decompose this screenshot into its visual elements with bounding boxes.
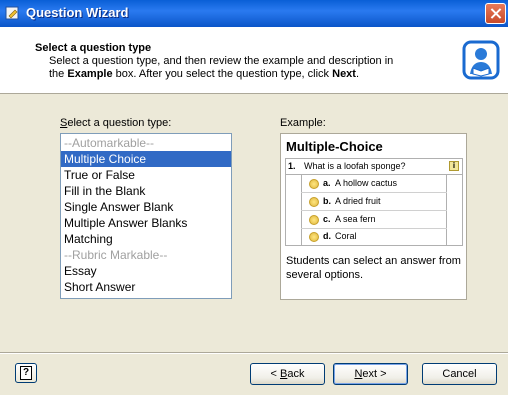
list-item-essay[interactable]: Essay (61, 263, 231, 279)
list-item-matching[interactable]: Matching (61, 231, 231, 247)
option-row-a: a. A hollow cactus (301, 175, 447, 193)
wizard-app-icon (5, 6, 19, 20)
user-book-icon (462, 40, 500, 80)
option-row-c: c. A sea fern (301, 211, 447, 229)
header-desc-end: . (355, 68, 360, 80)
header-desc-line1: Select a question type, and then review … (49, 55, 394, 67)
option-letter: c. (323, 214, 331, 224)
list-item-automarkable-header: --Automarkable-- (64, 136, 155, 150)
example-panel: Multiple-Choice 1. What is a loofah spon… (280, 133, 467, 300)
example-label: Example: (280, 117, 326, 129)
radio-icon (309, 232, 319, 242)
radio-icon (309, 179, 319, 189)
back-button[interactable]: < Back (250, 363, 325, 385)
header-desc-the: the (49, 68, 68, 80)
option-letter: b. (323, 196, 331, 206)
question-wizard-window: Question Wizard Select a question type S… (0, 0, 508, 395)
question-type-label-rest: elect a question type: (67, 117, 172, 129)
header-desc-example-bold: Example (67, 68, 113, 80)
example-question-table: 1. What is a loofah sponge? i a. A hollo… (285, 158, 463, 246)
example-title: Multiple-Choice (286, 139, 383, 154)
example-question-row: 1. What is a loofah sponge? i (286, 159, 462, 175)
help-button[interactable]: ? (15, 363, 37, 383)
question-text: What is a loofah sponge? (304, 161, 406, 171)
wizard-header: Select a question type Select a question… (0, 27, 508, 94)
title-bar[interactable]: Question Wizard (0, 0, 508, 27)
question-number: 1. (288, 161, 296, 171)
question-type-listbox[interactable]: --Automarkable-- Multiple Choice True or… (60, 133, 232, 299)
footer-separator (0, 352, 508, 354)
help-icon: ? (20, 366, 32, 380)
list-item-rubric-markable-header: --Rubric Markable-- (64, 248, 168, 262)
option-text: A hollow cactus (335, 178, 398, 188)
list-item-multiple-answer-blanks[interactable]: Multiple Answer Blanks (61, 215, 231, 231)
header-desc-next-bold: Next (332, 68, 356, 80)
option-text: A sea fern (335, 214, 376, 224)
option-row-d: d. Coral (301, 228, 447, 245)
list-item-single-answer-blank[interactable]: Single Answer Blank (61, 199, 231, 215)
option-row-b: b. A dried fruit (301, 193, 447, 211)
radio-icon (309, 197, 319, 207)
option-letter: a. (323, 178, 331, 188)
list-item-true-or-false[interactable]: True or False (61, 167, 231, 183)
list-item-multiple-choice[interactable]: Multiple Choice (61, 151, 231, 167)
back-prefix: < (270, 368, 280, 380)
list-item-fill-in-the-blank[interactable]: Fill in the Blank (61, 183, 231, 199)
info-icon: i (449, 161, 459, 171)
header-description: Select a question type, and then review … (49, 55, 429, 81)
option-text: A dried fruit (335, 196, 381, 206)
back-rest: ack (287, 368, 305, 380)
header-title: Select a question type (35, 42, 152, 54)
question-type-label: Select a question type: (60, 117, 171, 129)
option-text: Coral (335, 231, 357, 241)
cancel-button[interactable]: Cancel (422, 363, 497, 385)
option-letter: d. (323, 231, 331, 241)
next-button[interactable]: Next > (333, 363, 408, 385)
radio-icon (309, 215, 319, 225)
window-title: Question Wizard (26, 5, 129, 20)
example-description: Students can select an answer from sever… (286, 255, 461, 281)
header-desc-mid: box. After you select the question type,… (112, 68, 333, 80)
list-item-short-answer[interactable]: Short Answer (61, 279, 231, 295)
next-rest: ext > (362, 368, 387, 380)
close-button[interactable] (485, 3, 506, 24)
